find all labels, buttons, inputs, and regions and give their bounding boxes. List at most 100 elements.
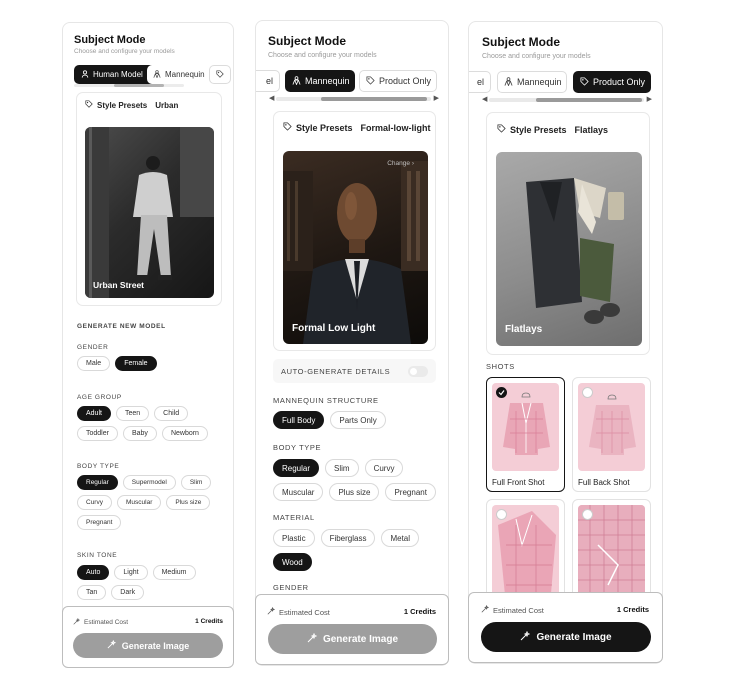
chip-slim[interactable]: Slim [325, 459, 359, 477]
chip-supermodel[interactable]: Supermodel [122, 475, 176, 490]
preset-image-urban-street[interactable]: Urban Street [85, 127, 214, 298]
tab-scrollbar[interactable]: ◀ ▶ [269, 95, 439, 102]
generate-image-button[interactable]: Generate Image [73, 633, 223, 658]
tab-human-model[interactable]: el [469, 71, 491, 93]
tab-scrollbar[interactable] [74, 84, 184, 87]
style-presets-card: Style Presets Formal-low-light Change › … [273, 111, 436, 351]
chip-male[interactable]: Male [77, 356, 111, 371]
preset-image-flatlays[interactable]: Flatlays [496, 152, 642, 346]
tab-product-only[interactable] [209, 65, 231, 84]
tab-human-model[interactable]: Human Model [74, 65, 156, 84]
auto-generate-toggle[interactable] [408, 366, 428, 377]
chip-auto[interactable]: Auto [77, 565, 110, 580]
chip-adult[interactable]: Adult [77, 406, 111, 421]
cost-footer: Estimated Cost 1 Credits Generate Image [468, 592, 663, 663]
tag-icon [216, 69, 224, 80]
chip-regular[interactable]: Regular [273, 459, 320, 477]
shot-full-front[interactable]: Full Front Shot [486, 377, 565, 492]
tab-label: Human Model [93, 70, 143, 79]
chip-child[interactable]: Child [154, 406, 189, 421]
scrollbar-thumb[interactable] [536, 98, 642, 102]
style-presets-card: Style Presets Flatlays Flatlays [486, 112, 650, 355]
chip-full-body[interactable]: Full Body [273, 411, 325, 429]
auto-generate-row[interactable]: AUTO-GENERATE DETAILS [273, 359, 436, 383]
mannequin-structure-label: MANNEQUIN STRUCTURE [273, 396, 379, 405]
preset-value: Urban [155, 100, 179, 110]
tab-mannequin[interactable]: Mannequin [147, 65, 205, 84]
shot-full-back[interactable]: Full Back Shot [572, 377, 651, 492]
tab-product-only[interactable]: Product Only [359, 70, 437, 92]
chip-fiberglass[interactable]: Fiberglass [320, 529, 376, 547]
chip-plus-size[interactable]: Plus size [166, 495, 211, 510]
chip-medium[interactable]: Medium [152, 565, 196, 580]
chip-pregnant[interactable]: Pregnant [385, 483, 436, 501]
chip-baby[interactable]: Baby [122, 426, 157, 441]
generate-image-label: Generate Image [536, 631, 612, 643]
chip-curvy[interactable]: Curvy [364, 459, 404, 477]
credits-value: 1 Credits [616, 605, 649, 614]
age-group-options: Adult Teen Child Toddler Baby Newborn [77, 406, 227, 441]
shot-check-radio[interactable] [496, 387, 507, 398]
tag-icon [580, 76, 589, 88]
subject-mode-panel-product: Subject Mode Choose and configure your m… [468, 21, 663, 664]
chip-regular[interactable]: Regular [77, 475, 118, 490]
style-presets-label: Style Presets [97, 100, 148, 110]
preset-image-formal-low-light[interactable]: Change › Formal Low Light [283, 151, 428, 344]
estimated-cost: Estimated Cost [481, 604, 544, 615]
tab-mannequin[interactable]: Mannequin [285, 70, 355, 92]
chip-light[interactable]: Light [114, 565, 148, 580]
age-group-label: AGE GROUP [77, 394, 122, 401]
shot-radio[interactable] [496, 509, 507, 520]
magic-wand-icon [520, 630, 531, 644]
generate-image-button[interactable]: Generate Image [268, 624, 437, 654]
estimated-cost-label: Estimated Cost [493, 605, 544, 615]
shot-radio[interactable] [582, 509, 593, 520]
chip-muscular[interactable]: Muscular [273, 483, 324, 501]
chip-dark[interactable]: Dark [111, 585, 145, 600]
cost-footer: Estimated Cost 1 Credits Generate Image [62, 606, 234, 668]
magic-wand-icon [307, 632, 318, 646]
generate-image-button[interactable]: Generate Image [481, 622, 651, 652]
shots-label: SHOTS [486, 362, 515, 371]
credits-value: 1 Credits [195, 618, 223, 625]
chip-slim[interactable]: Slim [180, 475, 212, 490]
style-presets-header: Style Presets Formal-low-light [283, 122, 431, 133]
chip-female[interactable]: Female [115, 356, 157, 371]
tab-scrollbar[interactable]: ◀ ▶ [482, 96, 652, 103]
tag-icon [283, 122, 292, 133]
chip-curvy[interactable]: Curvy [77, 495, 112, 510]
tab-mannequin[interactable]: Mannequin [497, 71, 567, 93]
chip-plus-size[interactable]: Plus size [329, 483, 380, 501]
magic-wand-icon [107, 639, 116, 651]
chip-wood[interactable]: Wood [273, 553, 312, 571]
body-type-label: BODY TYPE [77, 463, 120, 470]
chip-pregnant[interactable]: Pregnant [77, 515, 122, 530]
change-preset-link[interactable]: Change › [387, 160, 414, 167]
shot-radio[interactable] [582, 387, 593, 398]
scrollbar-thumb[interactable] [114, 84, 164, 87]
chip-toddler[interactable]: Toddler [77, 426, 118, 441]
body-type-label: BODY TYPE [273, 443, 322, 452]
mannequin-icon [292, 75, 301, 87]
tab-label: Product Only [379, 76, 432, 86]
chip-plastic[interactable]: Plastic [273, 529, 315, 547]
chip-teen[interactable]: Teen [115, 406, 150, 421]
scroll-right-arrow[interactable]: ▶ [434, 94, 439, 102]
chip-newborn[interactable]: Newborn [161, 426, 208, 441]
scrollbar-thumb[interactable] [321, 97, 427, 101]
scroll-right-arrow[interactable]: ▶ [647, 95, 652, 103]
shot-label: Full Back Shot [578, 478, 630, 487]
panel-subtitle: Choose and configure your models [74, 48, 175, 55]
tab-human-model[interactable]: el [256, 70, 280, 92]
tab-label: Mannequin [517, 77, 562, 87]
style-presets-label: Style Presets [510, 124, 567, 135]
subject-mode-panel-human: Subject Mode Choose and configure your m… [62, 22, 234, 668]
chip-parts-only[interactable]: Parts Only [330, 411, 386, 429]
chip-tan[interactable]: Tan [77, 585, 107, 600]
chip-muscular[interactable]: Muscular [116, 495, 162, 510]
tab-product-only[interactable]: Product Only [573, 71, 651, 93]
tab-label: el [265, 76, 273, 86]
chip-metal[interactable]: Metal [381, 529, 420, 547]
scroll-left-arrow[interactable]: ◀ [482, 95, 487, 103]
scroll-left-arrow[interactable]: ◀ [269, 94, 274, 102]
